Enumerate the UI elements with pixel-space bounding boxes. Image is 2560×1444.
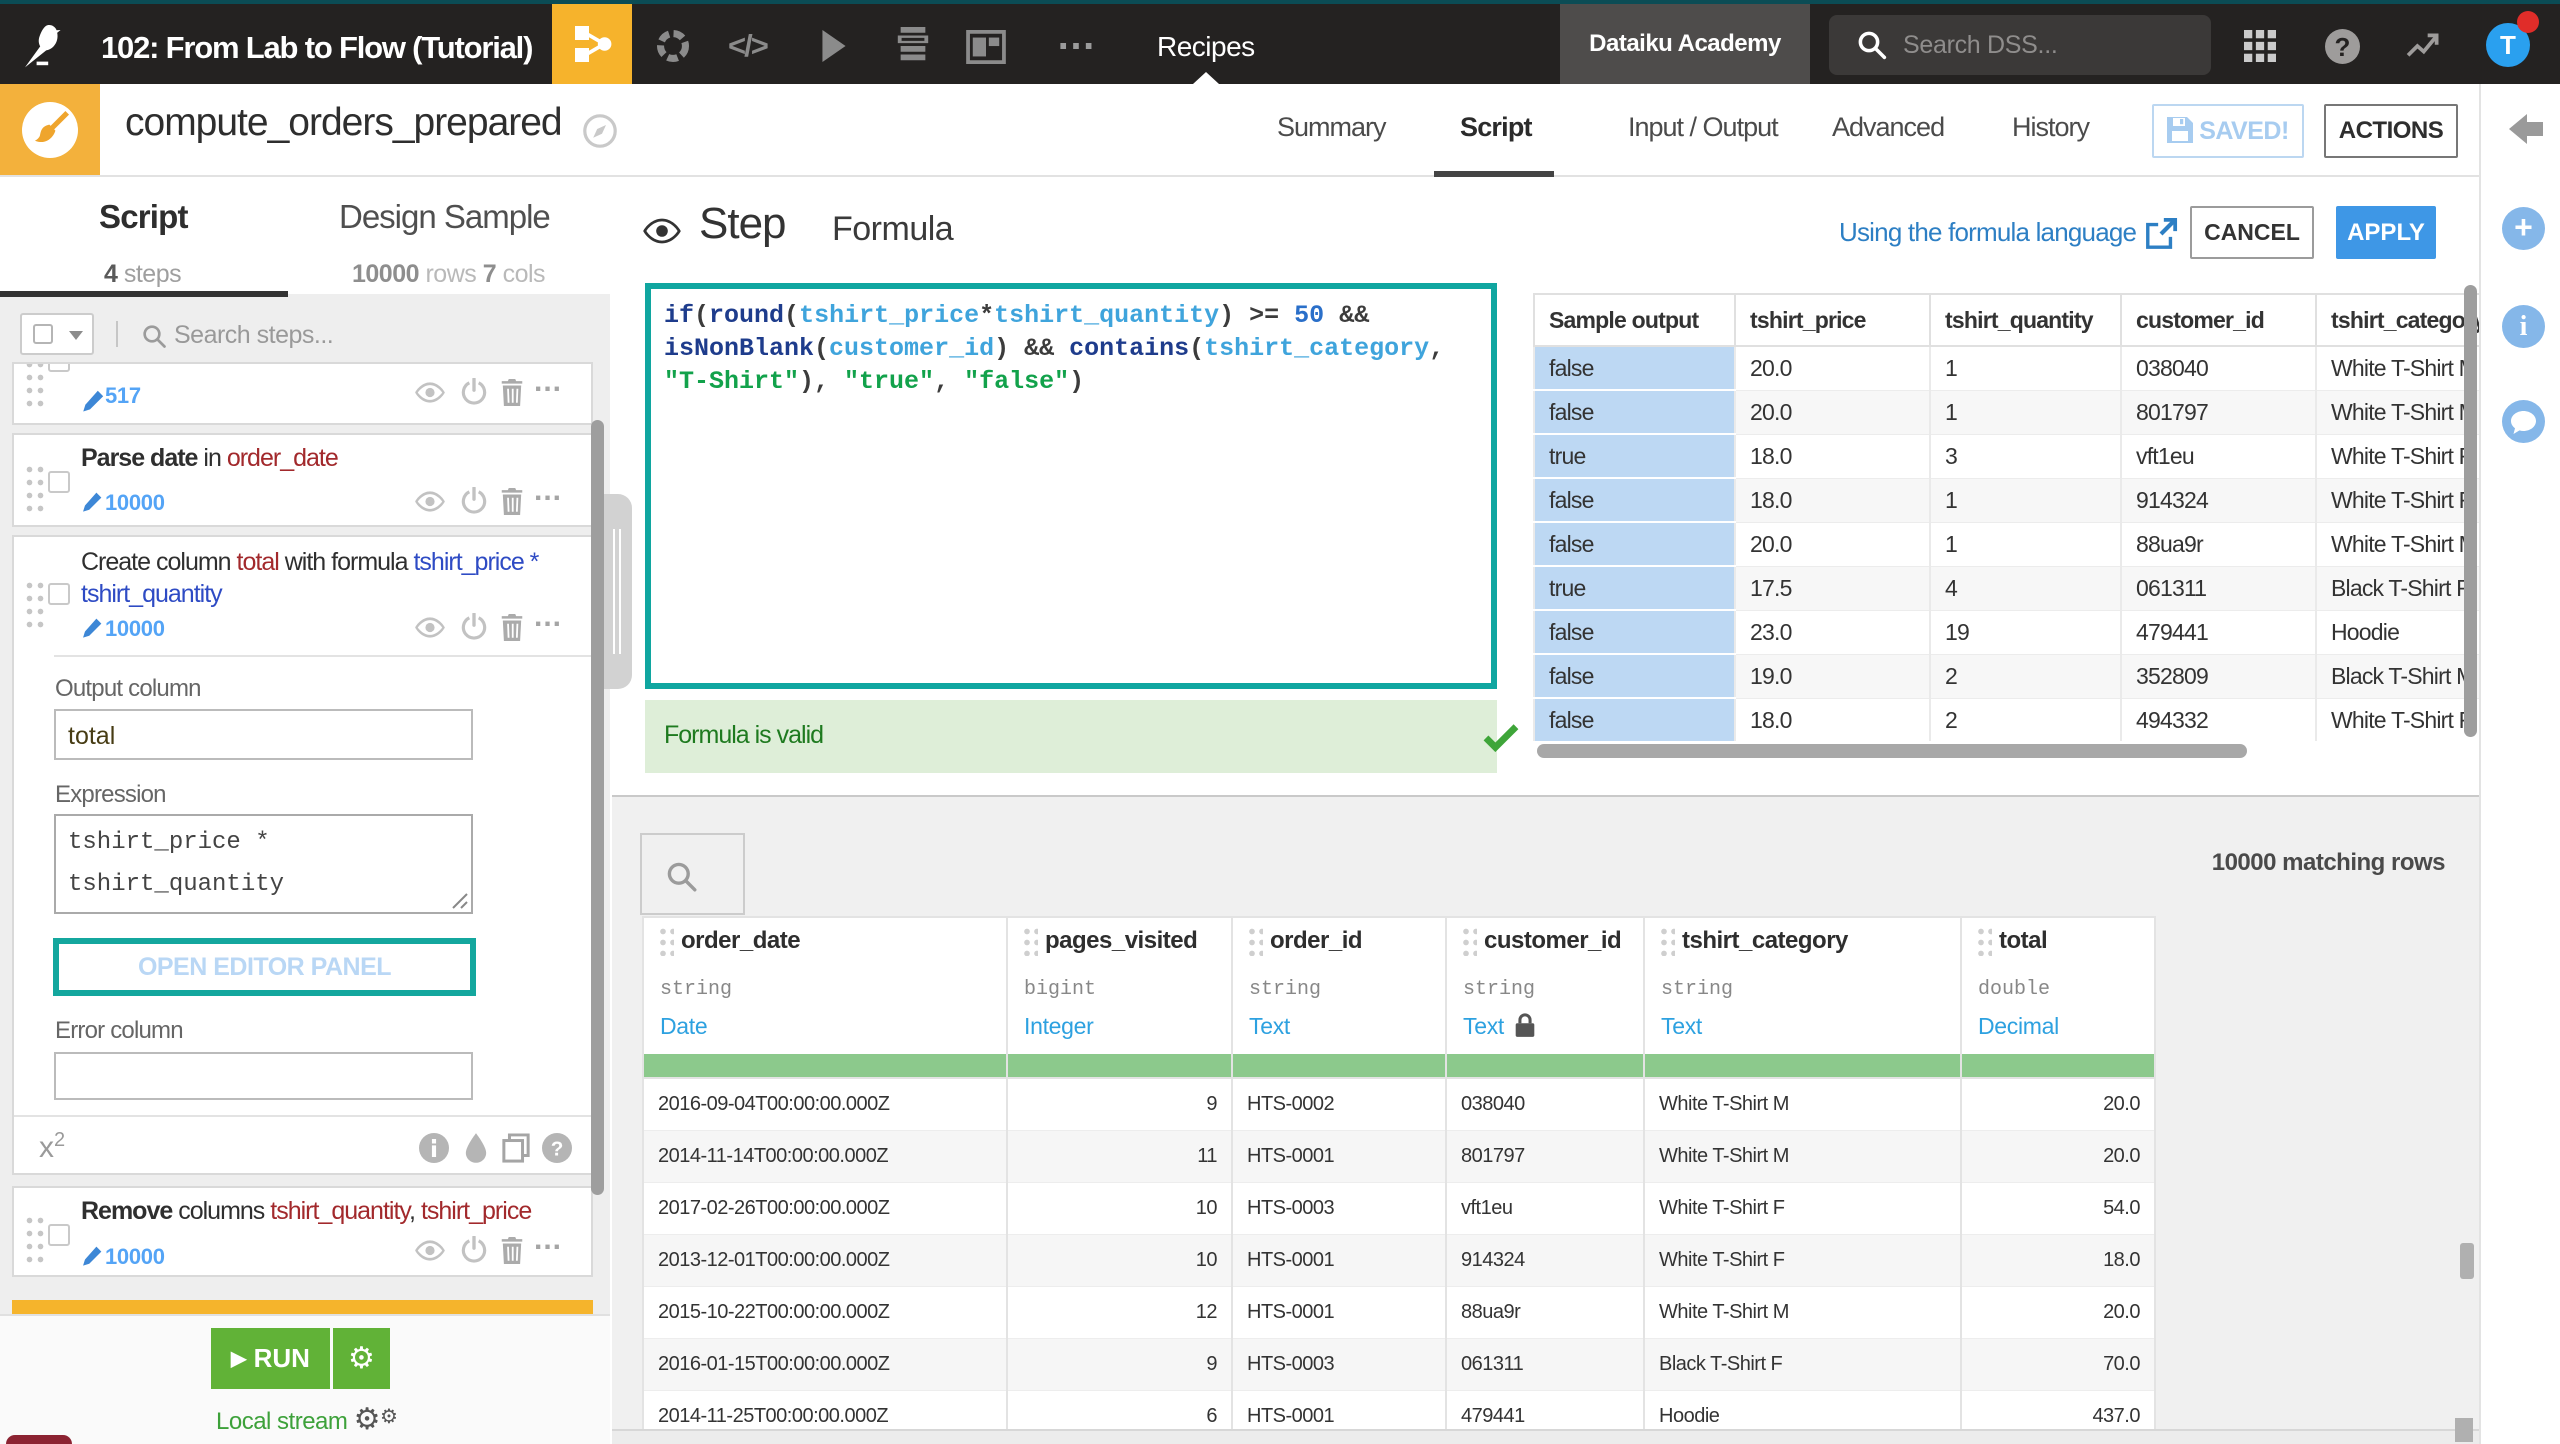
svg-text:?: ? — [551, 1138, 564, 1161]
